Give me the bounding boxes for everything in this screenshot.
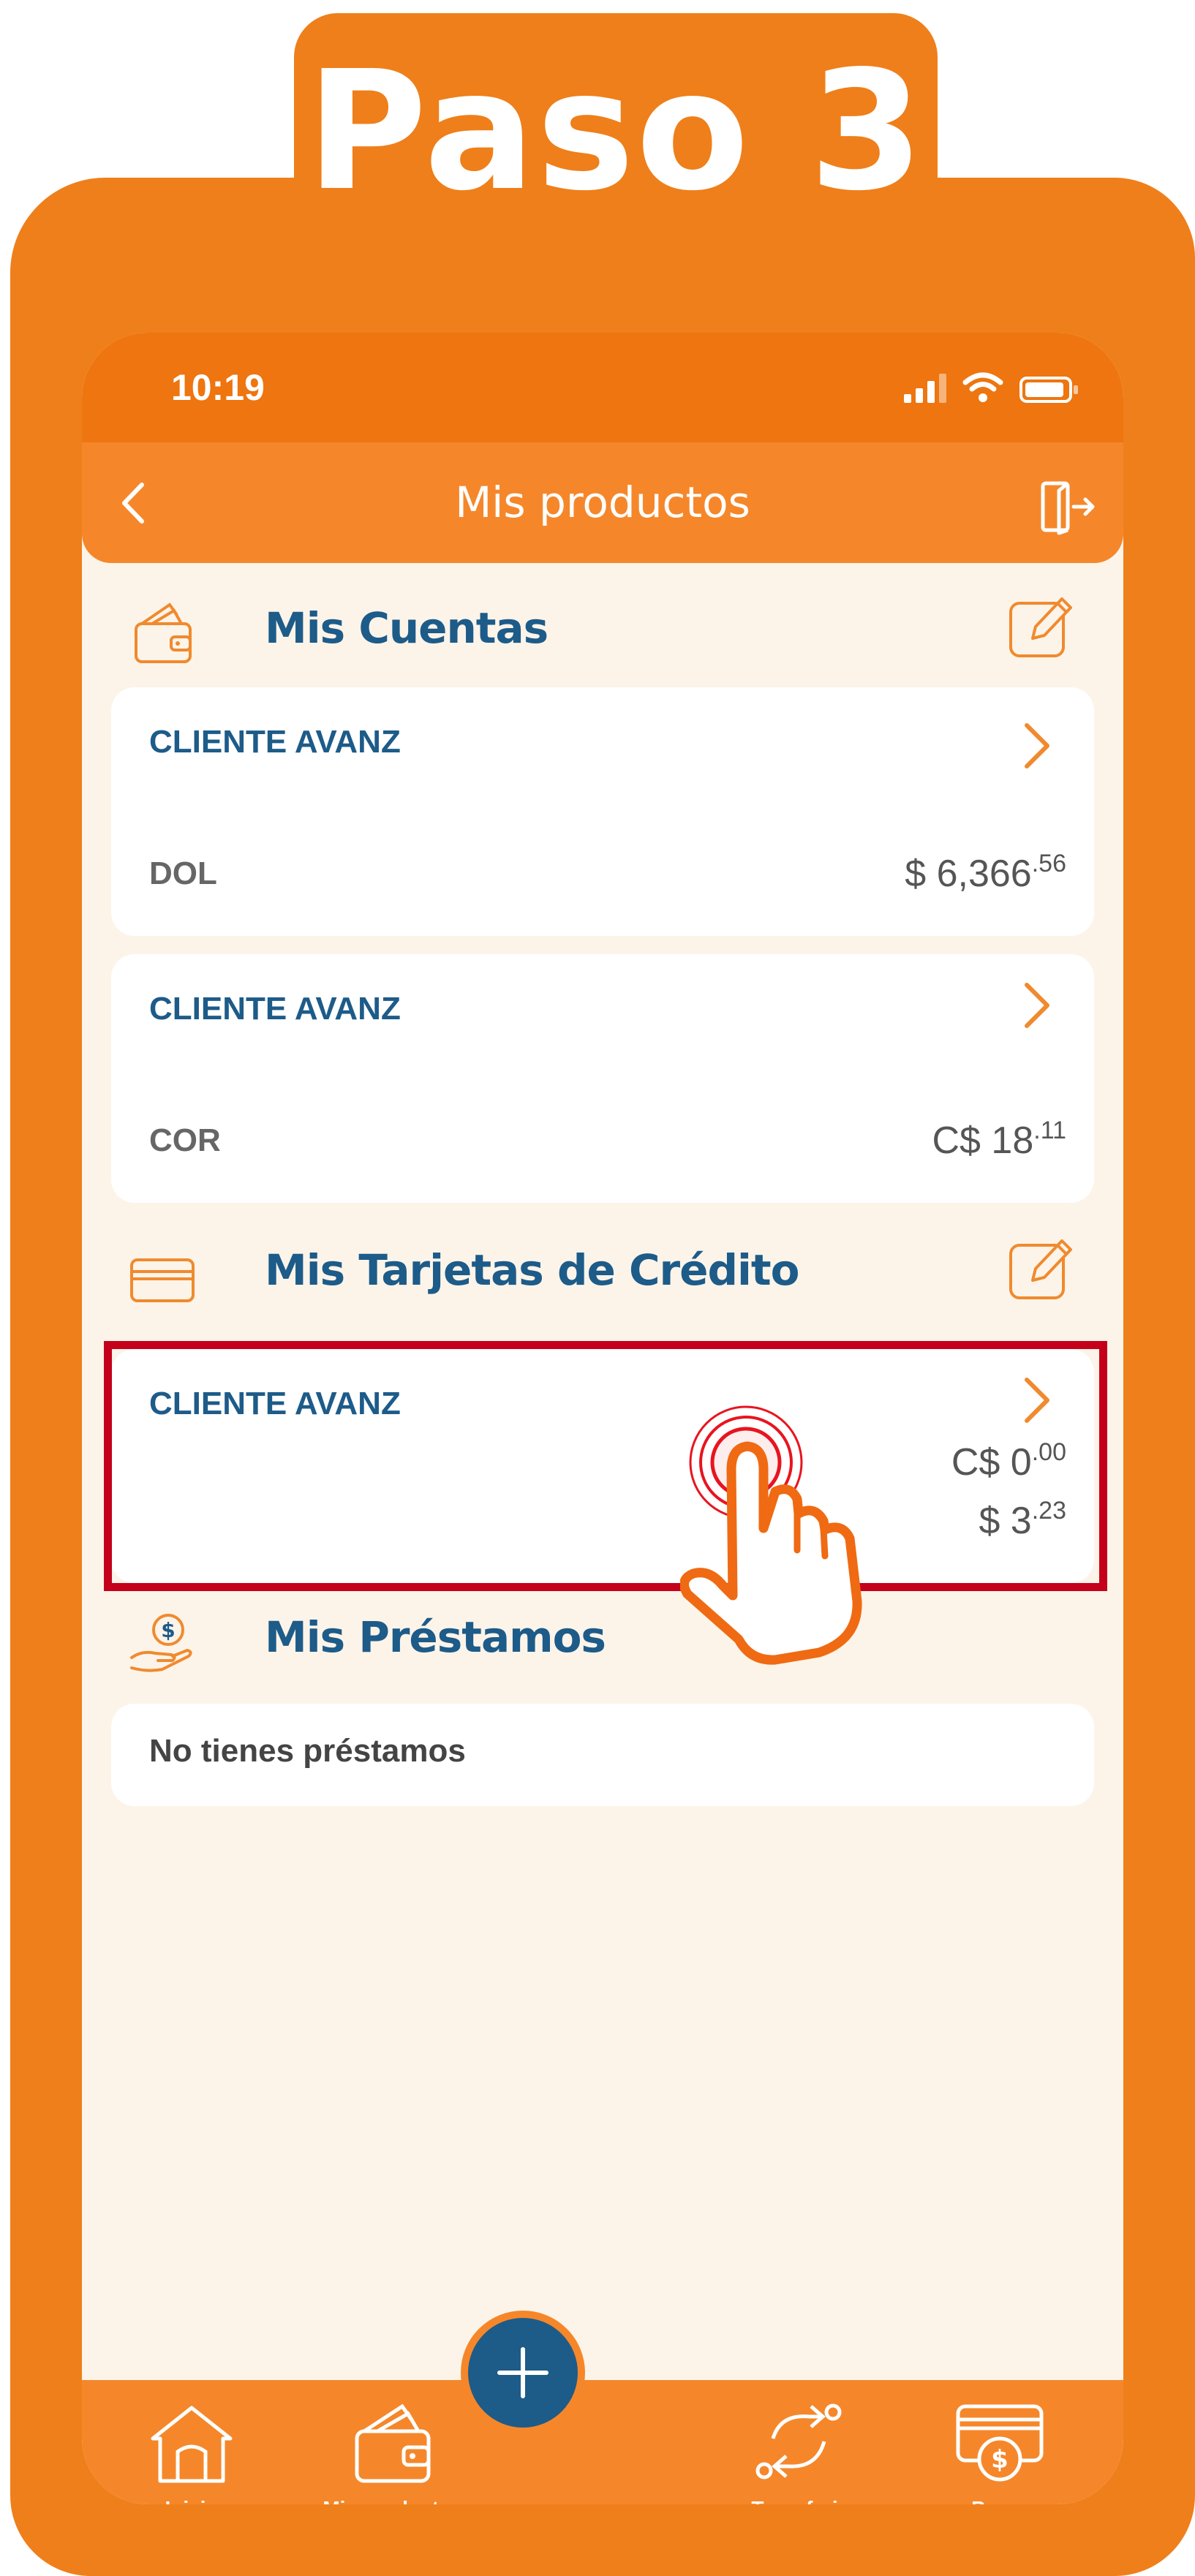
credit-card-icon [130,1258,195,1302]
loans-section-title: Mis Préstamos [265,1612,606,1662]
tab-inicio[interactable]: Inicio [104,2395,279,2504]
logout-icon[interactable] [1037,477,1096,536]
step-title: Paso 3 [306,36,926,227]
account-balance: C$ 18.11 [932,1117,1066,1162]
transfer-icon [755,2403,842,2479]
signal-icon [904,374,946,403]
battery-icon [1019,377,1078,403]
svg-text:$: $ [991,2445,1009,2474]
page-title: Mis productos [455,477,750,527]
pay-icon: $ [956,2404,1044,2482]
chevron-right-icon [1025,723,1049,768]
edit-icon[interactable] [1003,1231,1077,1304]
account-card-dol[interactable]: CLIENTE AVANZ DOL $ 6,366.56 [111,687,1094,936]
account-balance: $ 6,366.56 [905,850,1066,895]
tab-label: Mis productos [305,2497,480,2504]
loan-hand-icon: $ [130,1614,192,1672]
credit-cards-section-header: Mis Tarjetas de Crédito [126,1231,1077,1311]
tab-pagar[interactable]: $ Pagar [912,2395,1087,2504]
account-card-cor[interactable]: CLIENTE AVANZ COR C$ 18.11 [111,954,1094,1203]
status-time: 10:19 [171,367,265,408]
accounts-section-title: Mis Cuentas [265,603,549,653]
credit-cards-section-title: Mis Tarjetas de Crédito [265,1245,799,1295]
plus-icon [497,2347,549,2398]
account-name: CLIENTE AVANZ [149,991,401,1027]
chevron-right-icon [1025,983,1049,1028]
tab-transferir[interactable]: Transferir [711,2395,886,2504]
nav-bar: Mis productos [82,442,1123,563]
account-currency: COR [149,1122,221,1158]
tab-label: Transferir [711,2497,886,2504]
wifi-icon [962,372,1003,402]
account-name: CLIENTE AVANZ [149,724,401,760]
wallet-icon [355,2403,431,2483]
tab-label: Pagar [912,2497,1087,2504]
add-fab-button[interactable] [461,2311,585,2435]
status-icons [904,371,1078,403]
tab-label: Inicio [104,2497,279,2504]
home-icon [151,2406,233,2483]
loans-section-header: $ Mis Préstamos [126,1598,1077,1678]
loans-empty-card: No tienes préstamos [111,1704,1094,1806]
tab-mis-productos[interactable]: Mis productos [305,2395,480,2504]
status-bar: 10:19 [82,333,1123,442]
bottom-tab-bar: Inicio Mis productos Transferir [82,2380,1123,2504]
edit-icon[interactable] [1003,589,1077,662]
highlight-box [104,1341,1107,1591]
accounts-section-header: Mis Cuentas [126,589,1077,669]
svg-text:$: $ [161,1618,175,1642]
loans-empty-text: No tienes préstamos [149,1733,466,1769]
wallet-icon [135,603,192,663]
tap-hand-icon [680,1405,862,1665]
account-currency: DOL [149,855,217,891]
